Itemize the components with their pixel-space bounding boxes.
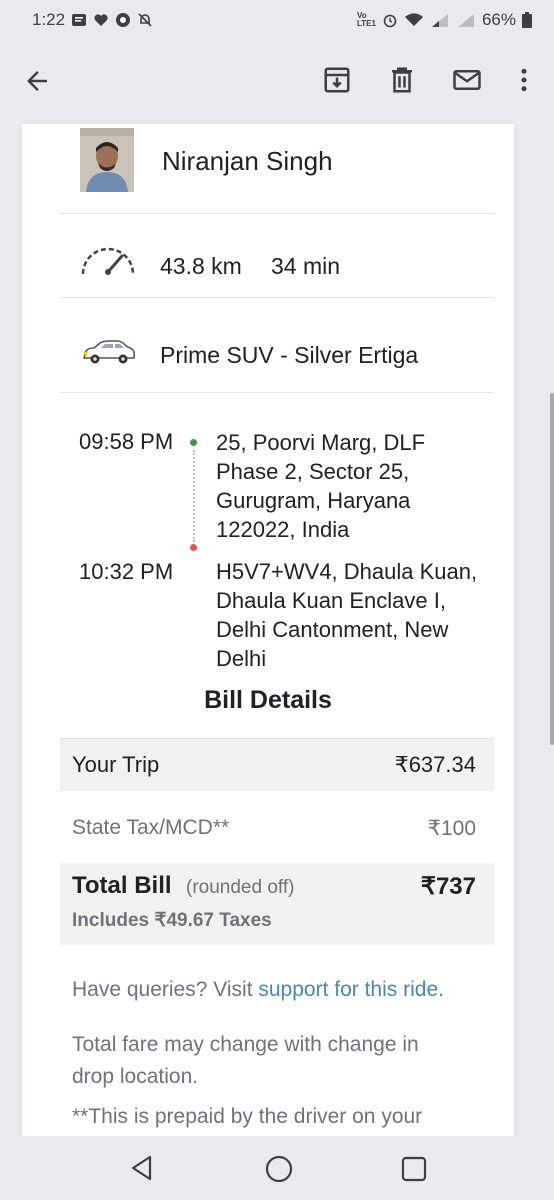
driver-photo-icon [80, 128, 134, 192]
battery-icon [522, 12, 532, 28]
pickup-address: 25, Poorvi Marg, DLF Phase 2, Sector 25,… [216, 428, 425, 544]
signal-1-icon [431, 14, 448, 27]
trash-icon[interactable] [387, 65, 417, 95]
status-right: Vo LTE1 66% [357, 10, 532, 30]
fare-note-line: drop location. [72, 1065, 199, 1088]
drop-dot-icon [190, 544, 197, 551]
nav-recents-icon[interactable] [400, 1155, 428, 1183]
battery-percent: 66% [481, 10, 516, 29]
email-body-card: Niranjan Singh 43.8 km 34 min Prime SUV … [22, 124, 514, 1136]
network-label: Vo LTE1 [357, 11, 376, 28]
prepaid-note: **This is prepaid by the driver on your [72, 1105, 423, 1128]
wifi-icon [404, 13, 423, 26]
nav-home-icon[interactable] [264, 1154, 294, 1184]
status-left: 1:22 [32, 10, 153, 30]
pickup-address-line: Gurugram, Haryana [216, 488, 411, 513]
pickup-dot-icon [190, 439, 197, 446]
bill-row-total: Total Bill (rounded off) ₹737 Includes ₹… [60, 863, 494, 945]
notification-heart-icon [94, 14, 108, 26]
tax-value: ₹100 [427, 817, 476, 840]
queries-prefix: Have queries? Visit [72, 978, 259, 1001]
divider [60, 297, 494, 298]
support-link[interactable]: support for this ride. [258, 978, 444, 1001]
status-bar: 1:22 Vo LTE1 66% [0, 0, 554, 40]
route-line [193, 450, 195, 542]
pickup-address-line: 122022, India [216, 517, 350, 542]
your-trip-label: Your Trip [72, 752, 160, 777]
drop-address-line: H5V7+WV4, Dhaula Kuan, [216, 559, 478, 584]
bill-details-heading: Bill Details [204, 686, 332, 714]
pickup-address-line: Phase 2, Sector 25, [216, 459, 410, 484]
trip-duration: 34 min [271, 253, 341, 279]
more-vert-icon[interactable] [509, 65, 539, 95]
tax-label: State Tax/MCD** [72, 816, 230, 839]
total-bill-value: ₹737 [420, 873, 476, 900]
pickup-address-line: 25, Poorvi Marg, DLF [216, 430, 426, 455]
vehicle-type: Prime SUV - Silver Ertiga [160, 342, 419, 368]
drop-address-line: Delhi Cantonment, New [216, 617, 449, 642]
driver-avatar [80, 128, 134, 192]
signal-2-icon [457, 14, 474, 27]
driver-name: Niranjan Singh [162, 146, 333, 176]
your-trip-value: ₹637.34 [394, 752, 476, 777]
notification-whatsapp-icon [116, 13, 131, 27]
bill-row-tax: State Tax/MCD** ₹100 [60, 804, 494, 854]
bill-row-trip: Your Trip ₹637.34 [60, 738, 494, 791]
speedometer-icon [81, 247, 135, 275]
pickup-time: 09:58 PM [79, 429, 174, 454]
includes-taxes: Includes ₹49.67 Taxes [72, 910, 272, 931]
fare-note-line: Total fare may change with change in [72, 1033, 419, 1056]
divider [60, 392, 494, 393]
queries-text: Have queries? Visit support for this rid… [72, 978, 444, 1002]
trip-distance: 43.8 km [160, 253, 242, 279]
notification-muted-icon [138, 13, 152, 27]
total-bill-note: (rounded off) [186, 877, 295, 898]
scrollbar[interactable] [550, 393, 554, 745]
drop-time: 10:32 PM [79, 559, 174, 584]
app-bar [0, 40, 554, 124]
arrow-back-icon[interactable] [22, 66, 52, 96]
system-nav-bar [0, 1136, 554, 1200]
total-bill-label: Total Bill [72, 872, 172, 899]
drop-address: H5V7+WV4, Dhaula Kuan, Dhaula Kuan Encla… [216, 557, 477, 673]
drop-address-line: Dhaula Kuan Enclave I, [216, 588, 446, 613]
car-icon [82, 340, 136, 364]
archive-icon[interactable] [322, 65, 352, 95]
mail-icon[interactable] [452, 65, 482, 95]
drop-address-line: Delhi [216, 646, 267, 671]
notification-message-icon [72, 14, 87, 26]
alarm-icon [383, 14, 397, 28]
divider [60, 213, 494, 214]
nav-back-icon[interactable] [128, 1154, 156, 1182]
status-time: 1:22 [32, 10, 66, 29]
